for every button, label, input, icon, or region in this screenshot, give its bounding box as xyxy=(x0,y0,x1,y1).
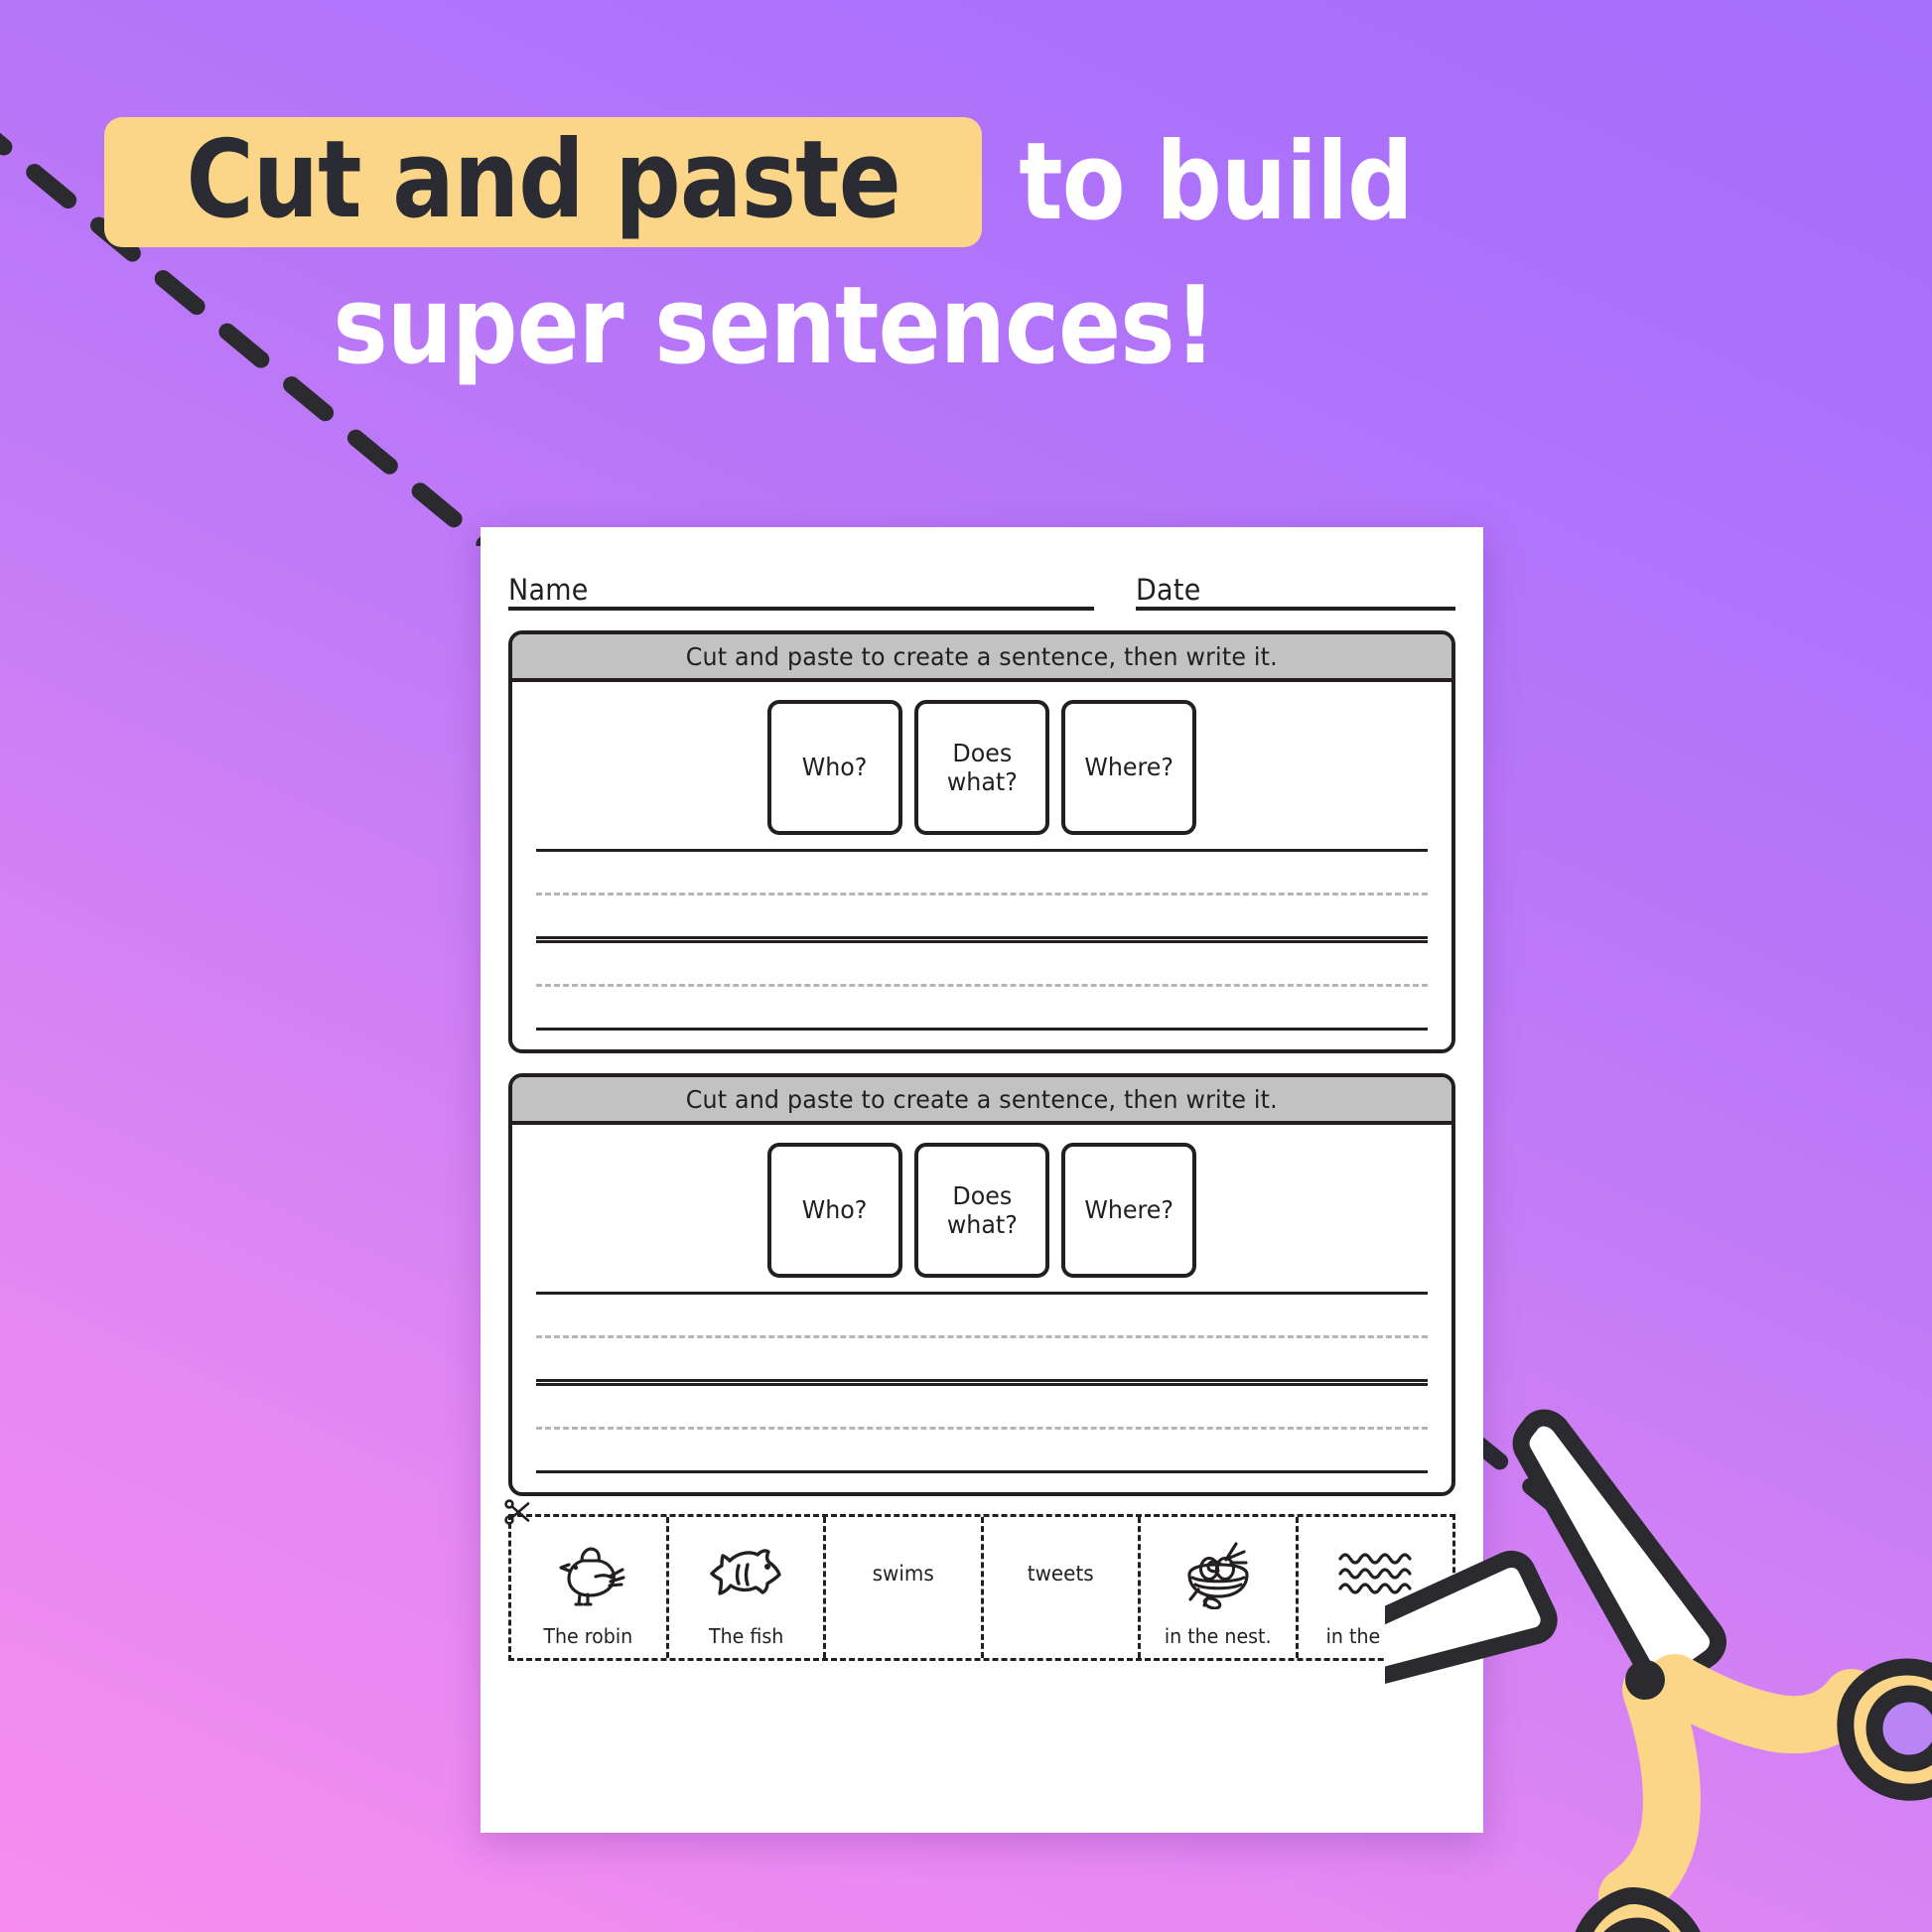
writing-line-base xyxy=(536,936,1428,939)
cut-cell-swims[interactable]: swims xyxy=(826,1517,984,1658)
name-field[interactable]: Name xyxy=(508,576,1094,611)
poster-canvas: Cut and paste to build super sentences! … xyxy=(0,0,1932,1932)
section-1-body: Who? Does what? Where? xyxy=(512,682,1451,1049)
writing-line-top xyxy=(536,1383,1428,1386)
writing-line-base xyxy=(536,1470,1428,1473)
cut-cell-tweets-word: tweets xyxy=(1027,1562,1094,1586)
writing-line-base xyxy=(536,1379,1428,1382)
paste-box-where-1[interactable]: Where? xyxy=(1061,700,1196,835)
cut-cell-nest-label: in the nest. xyxy=(1164,1624,1272,1648)
cut-cell-robin-label: The robin xyxy=(543,1624,633,1648)
writing-lines-group-1a[interactable] xyxy=(536,849,1428,940)
paste-box-doeswhat-1[interactable]: Does what? xyxy=(914,700,1049,835)
headline-line-1: Cut and paste to build xyxy=(0,117,1549,248)
cut-cell-sea-label: in the sea. xyxy=(1325,1624,1426,1648)
nest-with-eggs-icon xyxy=(1145,1525,1292,1622)
scissors-icon xyxy=(504,1499,530,1525)
cut-cell-tweets[interactable]: tweets xyxy=(984,1517,1141,1658)
headline-line-2: super sentences! xyxy=(0,273,1549,380)
date-field[interactable]: Date xyxy=(1136,576,1455,611)
sentence-section-2: Cut and paste to create a sentence, then… xyxy=(508,1073,1455,1496)
paste-box-doeswhat-2-label: Does what? xyxy=(946,1180,1018,1240)
cut-cell-robin[interactable]: The robin xyxy=(511,1517,669,1658)
section-1-boxes: Who? Does what? Where? xyxy=(536,700,1428,835)
writing-lines-group-2a[interactable] xyxy=(536,1292,1428,1383)
writing-lines-group-1b[interactable] xyxy=(536,940,1428,1032)
section-2-boxes: Who? Does what? Where? xyxy=(536,1143,1428,1278)
name-label: Name xyxy=(508,573,589,607)
paste-box-doeswhat-1-label: Does what? xyxy=(946,738,1018,797)
writing-line-top xyxy=(536,1292,1428,1295)
writing-lines-group-2b[interactable] xyxy=(536,1383,1428,1474)
headline-highlight: Cut and paste xyxy=(104,117,983,248)
fish-icon xyxy=(673,1525,820,1622)
paste-box-who-1[interactable]: Who? xyxy=(767,700,902,835)
cut-out-strip: The robin The fish swims tweets in the n… xyxy=(508,1514,1455,1661)
section-2-body: Who? Does what? Where? xyxy=(512,1125,1451,1492)
writing-line-base xyxy=(536,1028,1428,1031)
paste-box-where-1-label: Where? xyxy=(1084,753,1173,782)
cut-cell-sea[interactable]: in the sea. xyxy=(1299,1517,1453,1658)
cut-cell-swims-word: swims xyxy=(872,1562,934,1586)
section-1-banner-text: Cut and paste to create a sentence, then… xyxy=(685,641,1279,671)
name-date-row: Name Date xyxy=(508,553,1455,611)
section-2-banner-text: Cut and paste to create a sentence, then… xyxy=(685,1084,1279,1114)
paste-box-who-1-label: Who? xyxy=(802,753,868,782)
robin-bird-icon xyxy=(515,1525,662,1622)
sea-waves-icon xyxy=(1303,1525,1449,1622)
section-2-banner: Cut and paste to create a sentence, then… xyxy=(512,1077,1451,1125)
headline-rest: to build xyxy=(1019,119,1413,244)
date-label: Date xyxy=(1136,573,1201,607)
cut-cell-swims-art: swims xyxy=(830,1525,977,1622)
writing-line-top xyxy=(536,940,1428,943)
paste-box-where-2[interactable]: Where? xyxy=(1061,1143,1196,1278)
headline-line-2-text: super sentences! xyxy=(333,264,1217,389)
paste-box-doeswhat-2[interactable]: Does what? xyxy=(914,1143,1049,1278)
section-1-banner: Cut and paste to create a sentence, then… xyxy=(512,634,1451,682)
writing-line-mid xyxy=(536,984,1428,987)
writing-line-top xyxy=(536,849,1428,852)
paste-box-who-2-label: Who? xyxy=(802,1195,868,1225)
sentence-section-1: Cut and paste to create a sentence, then… xyxy=(508,630,1455,1053)
paste-box-where-2-label: Where? xyxy=(1084,1195,1173,1225)
cut-cell-tweets-art: tweets xyxy=(988,1525,1135,1622)
writing-line-mid xyxy=(536,893,1428,896)
cut-cell-fish-label: The fish xyxy=(708,1624,783,1648)
worksheet-page: Name Date Cut and paste to create a sent… xyxy=(481,527,1483,1833)
writing-line-mid xyxy=(536,1427,1428,1430)
cut-strip-wrapper: The robin The fish swims tweets in the n… xyxy=(504,1499,1455,1661)
page-title: Cut and paste to build super sentences! xyxy=(0,117,1549,380)
paste-box-who-2[interactable]: Who? xyxy=(767,1143,902,1278)
cut-cell-nest[interactable]: in the nest. xyxy=(1141,1517,1299,1658)
cut-cell-fish[interactable]: The fish xyxy=(669,1517,826,1658)
writing-line-mid xyxy=(536,1335,1428,1338)
